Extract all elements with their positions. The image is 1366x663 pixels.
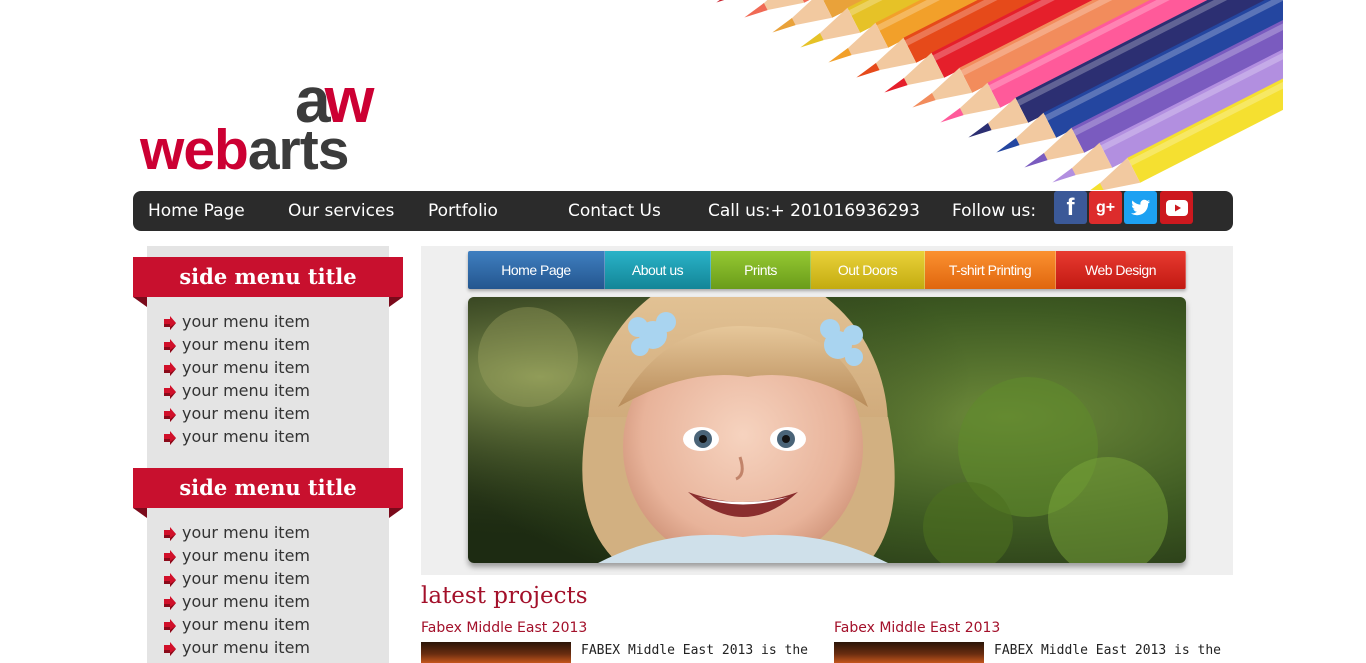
side-menu-item[interactable]: your menu item xyxy=(163,425,363,448)
red-arrow-icon xyxy=(163,641,176,656)
side-menu-item[interactable]: your menu item xyxy=(163,310,363,333)
youtube-icon[interactable] xyxy=(1160,191,1193,224)
category-tabs: Home Page About us Prints Out Doors T-sh… xyxy=(468,251,1186,289)
side-menu-item[interactable]: your menu item xyxy=(163,613,363,636)
red-arrow-icon xyxy=(163,315,176,330)
side-menu-item[interactable]: your menu item xyxy=(163,333,363,356)
red-arrow-icon xyxy=(163,618,176,633)
red-arrow-icon xyxy=(163,361,176,376)
logo-wordmark: webarts xyxy=(140,118,349,182)
tab-about-us[interactable]: About us xyxy=(605,251,711,289)
side-menu-title-1: side menu title xyxy=(133,257,403,307)
project-description-1: FABEX Middle East 2013 is the xyxy=(581,643,808,658)
red-arrow-icon xyxy=(163,595,176,610)
side-menu-title-2: side menu title xyxy=(133,468,403,518)
site-logo[interactable]: aw webarts xyxy=(140,68,415,182)
tab-tshirt-printing[interactable]: T-shirt Printing xyxy=(925,251,1056,289)
twitter-icon[interactable] xyxy=(1124,191,1157,224)
red-arrow-icon xyxy=(163,430,176,445)
project-title-2[interactable]: Fabex Middle East 2013 xyxy=(834,620,1000,636)
tab-prints[interactable]: Prints xyxy=(711,251,811,289)
red-arrow-icon xyxy=(163,407,176,422)
latest-projects-heading: latest projects xyxy=(421,583,588,609)
nav-portfolio[interactable]: Portfolio xyxy=(428,201,498,221)
red-arrow-icon xyxy=(163,338,176,353)
side-menu-item[interactable]: your menu item xyxy=(163,590,363,613)
red-arrow-icon xyxy=(163,572,176,587)
side-menu-item[interactable]: your menu item xyxy=(163,379,363,402)
side-menu-item[interactable]: your menu item xyxy=(163,356,363,379)
follow-us-label: Follow us: xyxy=(952,201,1037,221)
red-arrow-icon xyxy=(163,384,176,399)
facebook-icon[interactable]: f xyxy=(1054,191,1087,224)
nav-contact-us[interactable]: Contact Us xyxy=(568,201,661,221)
google-plus-icon[interactable]: g+ xyxy=(1089,191,1122,224)
side-menu-item[interactable]: your menu item xyxy=(163,636,363,659)
side-menu-list-2: your menu item your menu item your menu … xyxy=(163,521,363,659)
red-arrow-icon xyxy=(163,526,176,541)
top-navigation: Home Page Our services Portfolio Contact… xyxy=(133,191,1233,231)
project-thumbnail-1[interactable] xyxy=(421,642,571,663)
side-menu-item[interactable]: your menu item xyxy=(163,521,363,544)
tab-web-design[interactable]: Web Design xyxy=(1056,251,1186,289)
red-arrow-icon xyxy=(163,549,176,564)
side-menu-item[interactable]: your menu item xyxy=(163,402,363,425)
tab-out-doors[interactable]: Out Doors xyxy=(811,251,925,289)
side-menu-list-1: your menu item your menu item your menu … xyxy=(163,310,363,448)
header-pencils-image xyxy=(700,0,1283,190)
project-description-2: FABEX Middle East 2013 is the xyxy=(994,643,1221,658)
slider-photo xyxy=(468,297,1186,563)
side-menu-item[interactable]: your menu item xyxy=(163,567,363,590)
phone-number: Call us:+ 201016936293 xyxy=(708,201,920,221)
nav-our-services[interactable]: Our services xyxy=(288,201,394,221)
project-thumbnail-2[interactable] xyxy=(834,642,984,663)
project-title-1[interactable]: Fabex Middle East 2013 xyxy=(421,620,587,636)
tab-home-page[interactable]: Home Page xyxy=(468,251,605,289)
nav-home[interactable]: Home Page xyxy=(148,201,245,221)
side-menu-item[interactable]: your menu item xyxy=(163,544,363,567)
